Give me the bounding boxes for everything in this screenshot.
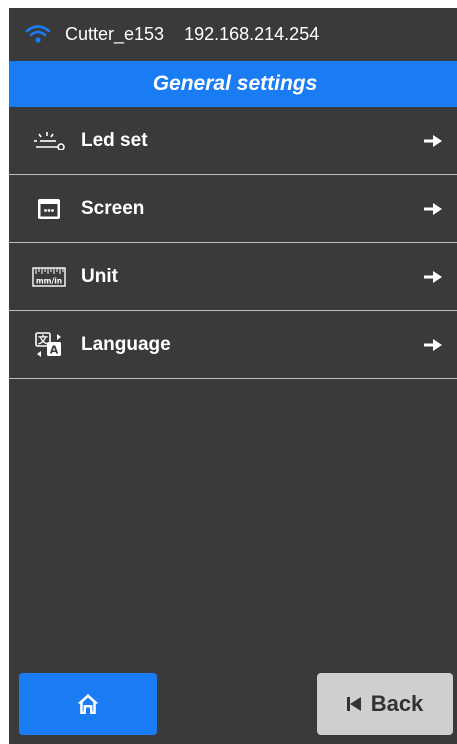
home-icon bbox=[77, 694, 99, 714]
menu-item-screen[interactable]: Screen bbox=[9, 175, 457, 243]
settings-menu: Led set Screen mm/in Unit 文 A Language bbox=[9, 107, 457, 379]
translate-icon: 文 A bbox=[31, 331, 67, 359]
wifi-icon bbox=[25, 25, 51, 43]
page-title: General settings bbox=[9, 61, 457, 107]
page-title-text: General settings bbox=[152, 72, 318, 95]
device-name: Cutter_e153 bbox=[65, 23, 165, 44]
screen-icon bbox=[31, 195, 67, 223]
ruler-icon: mm/in bbox=[31, 263, 67, 291]
svg-text:mm/in: mm/in bbox=[36, 276, 62, 285]
menu-item-label: Screen bbox=[81, 197, 145, 219]
skip-back-icon bbox=[346, 697, 361, 711]
back-button[interactable]: Back bbox=[317, 673, 453, 735]
home-button[interactable] bbox=[19, 673, 157, 735]
status-bar: Cutter_e153 192.168.214.254 bbox=[9, 8, 457, 60]
arrow-right-icon bbox=[424, 202, 442, 215]
arrow-right-icon bbox=[424, 338, 442, 351]
menu-item-label: Led set bbox=[81, 129, 148, 151]
arrow-right-icon bbox=[424, 134, 442, 147]
led-icon bbox=[31, 127, 67, 155]
menu-item-label: Language bbox=[81, 333, 171, 355]
menu-item-language[interactable]: 文 A Language bbox=[9, 311, 457, 379]
menu-item-label: Unit bbox=[81, 265, 118, 287]
menu-item-unit[interactable]: mm/in Unit bbox=[9, 243, 457, 311]
ip-address: 192.168.214.254 bbox=[184, 23, 320, 44]
svg-text:A: A bbox=[50, 343, 59, 356]
menu-item-led-set[interactable]: Led set bbox=[9, 107, 457, 175]
arrow-right-icon bbox=[424, 270, 442, 283]
back-button-label: Back bbox=[370, 691, 424, 716]
device-screen: Cutter_e153 192.168.214.254 General sett… bbox=[9, 8, 457, 744]
